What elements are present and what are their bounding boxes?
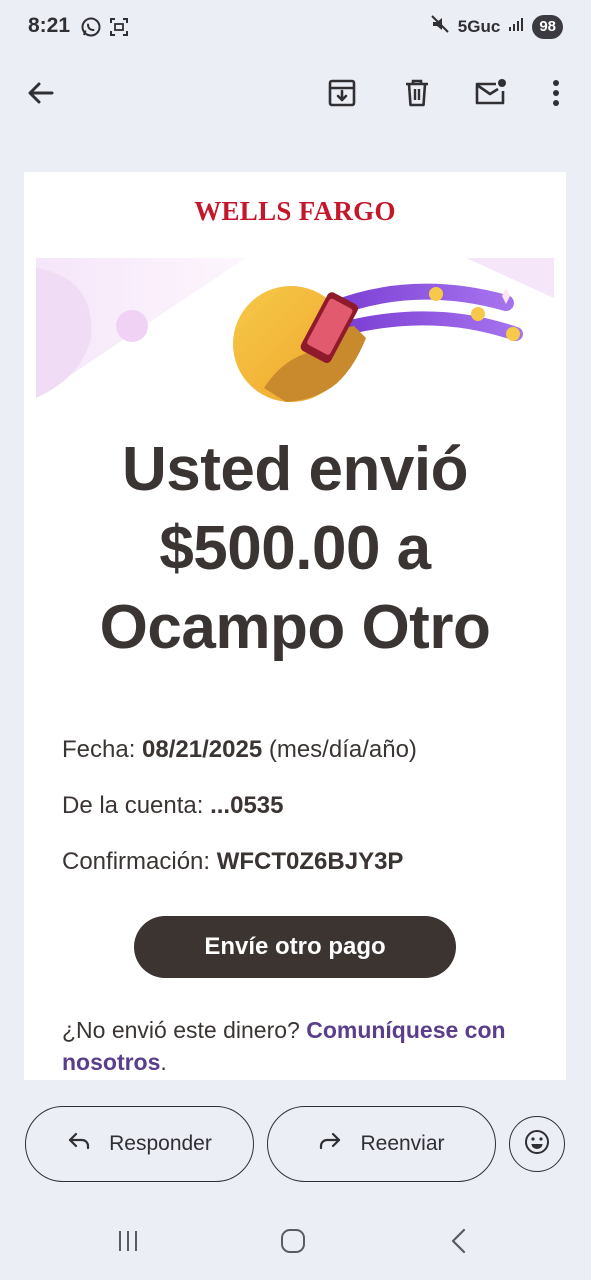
footer-notice: ¿No envió este dinero? Comuníquese con n… — [62, 1017, 506, 1075]
forward-icon — [318, 1131, 342, 1157]
forward-button[interactable]: Reenviar — [267, 1106, 496, 1182]
emoji-reaction-button[interactable] — [509, 1116, 565, 1172]
detail-account: De la cuenta: ...0535 — [62, 792, 284, 819]
recents-icon — [116, 1229, 140, 1258]
recents-button[interactable] — [106, 1221, 150, 1265]
delete-icon — [402, 78, 432, 113]
more-options-button[interactable] — [534, 73, 578, 117]
app-bar — [0, 56, 591, 144]
reply-button[interactable]: Responder — [25, 1106, 254, 1182]
reply-icon — [67, 1131, 91, 1157]
reply-label: Responder — [109, 1132, 212, 1155]
nav-back-button[interactable] — [437, 1221, 481, 1265]
home-icon — [280, 1228, 306, 1259]
confirmation-headline: Usted envió $500.00 a Ocampo Otro — [99, 435, 491, 662]
forward-label: Reenviar — [360, 1132, 445, 1155]
mark-unread-button[interactable] — [469, 73, 513, 117]
archive-button[interactable] — [320, 73, 364, 117]
transaction-details: Fecha: 08/21/2025 (mes/día/año) De la cu… — [62, 732, 417, 900]
battery-badge: 98 — [532, 14, 563, 39]
more-vert-icon — [551, 78, 561, 113]
status-time: 8:21 — [28, 14, 71, 37]
wells-fargo-logo: WELLS FARGO — [194, 196, 396, 226]
screenshot-icon — [108, 16, 130, 43]
network-label: 5Guc — [457, 16, 501, 36]
detail-confirmation: Confirmación: WFCT0Z6BJY3P — [62, 848, 404, 875]
system-navigation-bar — [0, 1205, 591, 1280]
archive-icon — [327, 78, 357, 113]
delete-button[interactable] — [395, 73, 439, 117]
reply-actions: Responder Reenviar — [0, 1080, 591, 1205]
back-arrow-icon — [26, 78, 56, 113]
mark-unread-icon — [474, 78, 508, 113]
nav-back-icon — [449, 1228, 469, 1259]
mute-icon — [430, 14, 450, 39]
email-body: WELLS FARGO Usted envió $500.00 a Ocampo… — [24, 172, 566, 1080]
whatsapp-icon — [80, 16, 102, 43]
back-button[interactable] — [19, 73, 63, 117]
signal-icon — [508, 16, 524, 37]
emoji-icon — [524, 1129, 550, 1160]
status-bar: 8:21 5Guc 98 — [0, 0, 591, 56]
send-another-payment-button[interactable]: Envíe otro pago — [134, 916, 456, 978]
home-button[interactable] — [271, 1221, 315, 1265]
hero-illustration — [36, 258, 554, 408]
detail-date: Fecha: 08/21/2025 (mes/día/año) — [62, 736, 417, 763]
